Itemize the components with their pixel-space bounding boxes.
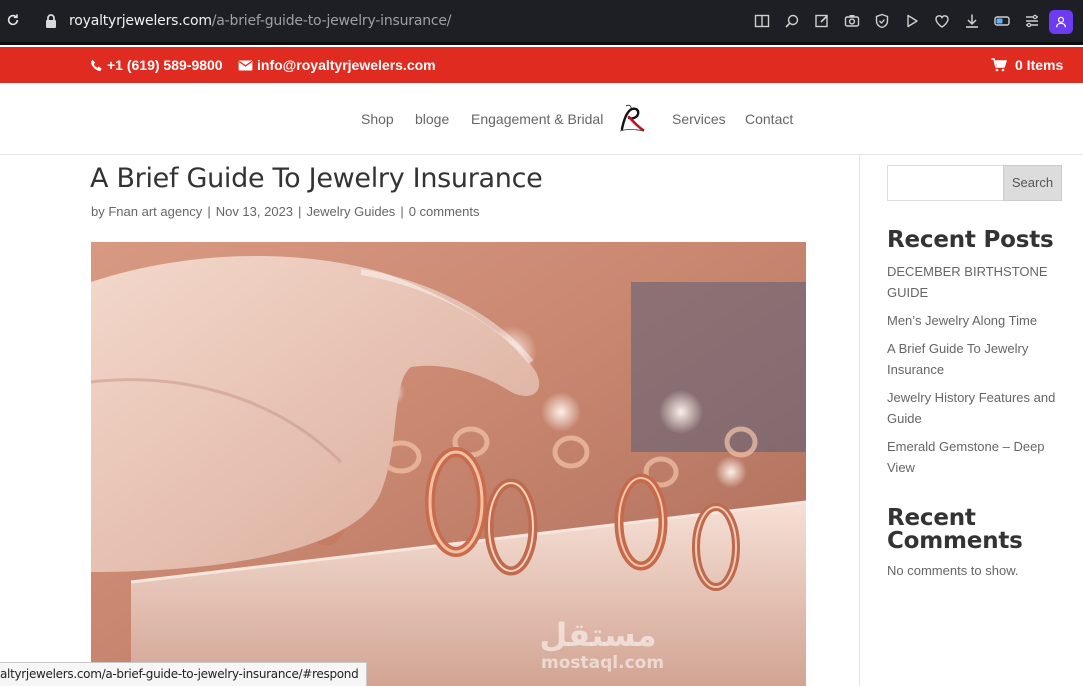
top-contact-bar: +1 (619) 589-9800 info@royaltyrjewelers.… [0,47,1083,83]
comments-link[interactable]: 0 comments [409,204,480,219]
cart-icon [991,58,1007,72]
nav-services[interactable]: Services [672,111,726,127]
watermark-text: mostaql.com [541,653,664,673]
recent-post-link[interactable]: Emerald Gemstone – Deep View [887,436,1062,478]
recent-post-link[interactable]: Men’s Jewelry Along Time [887,310,1062,331]
cart-count: 0 Items [1015,57,1064,73]
phone-number: +1 (619) 589-9800 [107,57,223,73]
recent-post-link[interactable]: DECEMBER BIRTHSTONE GUIDE [887,261,1062,303]
browser-toolbar: royaltyrjewelers.com/a-brief-guide-to-je… [0,0,1083,45]
address-bar[interactable]: royaltyrjewelers.com/a-brief-guide-to-je… [69,13,452,29]
no-comments-text: No comments to show. [887,563,1019,578]
recent-post-link[interactable]: A Brief Guide To Jewelry Insurance [887,338,1062,380]
menu-icon[interactable] [1023,12,1041,30]
download-icon[interactable] [963,12,981,30]
recent-post-link[interactable]: Jewelry History Features and Guide [887,387,1062,429]
nav-contact[interactable]: Contact [745,111,793,127]
watermark-arabic: مستقل [539,616,656,654]
nav-engagement-bridal[interactable]: Engagement & Bridal [471,111,603,127]
search-input[interactable] [887,165,1004,201]
play-icon[interactable] [903,12,921,30]
nav-shop[interactable]: Shop [361,111,394,127]
lock-icon[interactable] [44,13,58,29]
category-link[interactable]: Jewelry Guides [306,204,395,219]
sidebar-divider [859,155,860,686]
profile-icon[interactable] [1049,10,1073,34]
nav-bloge[interactable]: bloge [415,111,449,127]
post-title: A Brief Guide To Jewelry Insurance [90,163,543,194]
cart-link[interactable]: 0 Items [991,57,1063,73]
find-icon[interactable] [783,12,801,30]
post-date: Nov 13, 2023 [215,204,294,219]
site-header: Shop bloge Engagement & Bridal Services … [0,83,1083,155]
featured-image: مستقل mostaql.com [91,242,806,686]
recent-comments-title: Recent Comments [887,505,1023,554]
phone-link[interactable]: +1 (619) 589-9800 [90,57,223,73]
envelope-icon [238,59,253,71]
site-logo[interactable] [616,101,650,137]
author-link[interactable]: Fnan art agency [108,204,202,219]
email-link[interactable]: info@royaltyrjewelers.com [238,57,436,73]
reload-icon[interactable] [6,13,20,27]
url-path: /a-brief-guide-to-jewelry-insurance/ [211,13,452,29]
email-address: info@royaltyrjewelers.com [257,57,436,73]
phone-icon [90,59,103,72]
link-status-bar: altyrjewelers.com/a-brief-guide-to-jewel… [0,662,367,686]
heart-icon[interactable] [933,12,951,30]
url-host: royaltyrjewelers.com [69,13,212,29]
search-button[interactable]: Search [1003,165,1062,201]
battery-saver-icon[interactable] [993,12,1011,30]
camera-icon[interactable] [843,12,861,30]
recent-posts-title: Recent Posts [887,227,1054,253]
reader-mode-icon[interactable] [753,12,771,30]
post-meta: by Fnan art agency | Nov 13, 2023 | Jewelry … [91,204,480,219]
recent-posts-list: DECEMBER BIRTHSTONE GUIDE Men’s Jewelry … [887,261,1062,485]
edit-icon[interactable] [813,12,831,30]
author-prefix: by [91,204,105,219]
shield-icon[interactable] [873,12,891,30]
